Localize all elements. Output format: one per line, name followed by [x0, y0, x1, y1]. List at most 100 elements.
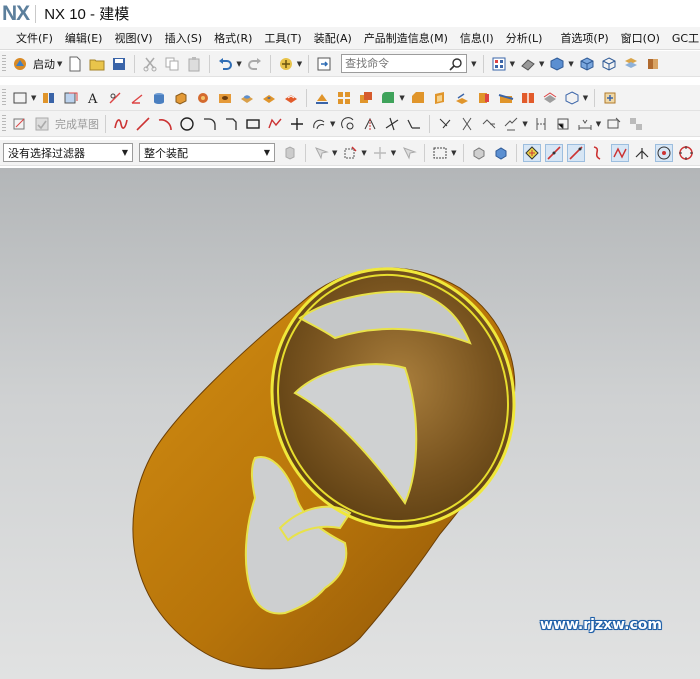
snap-quadrant-icon[interactable]	[677, 144, 695, 162]
menu-insert[interactable]: 插入(S)	[159, 30, 209, 46]
toolbar-grip[interactable]	[2, 88, 6, 107]
offset-face-icon[interactable]	[475, 89, 493, 107]
type-filter-select[interactable]: 没有选择过滤器 ▼	[3, 143, 133, 162]
pattern-curve-icon[interactable]	[339, 115, 357, 133]
open-folder-icon[interactable]	[88, 55, 106, 73]
menu-edit[interactable]: 编辑(E)	[59, 30, 109, 46]
pad-icon[interactable]	[282, 89, 300, 107]
parallel-constraint-icon[interactable]	[532, 115, 550, 133]
menu-file[interactable]: 文件(F)	[10, 30, 59, 46]
mirror-icon[interactable]	[541, 89, 559, 107]
menu-assembly[interactable]: 装配(A)	[308, 30, 358, 46]
select-features-icon[interactable]	[312, 144, 330, 162]
snap-arc-center-icon[interactable]	[654, 143, 673, 162]
touch-mode-dropdown-icon[interactable]: ▼	[297, 60, 302, 68]
start-dropdown-icon[interactable]: ▼	[57, 60, 62, 68]
rectangle-select-icon[interactable]	[431, 144, 449, 162]
mirror-curve-icon[interactable]	[361, 115, 379, 133]
emboss-icon[interactable]	[313, 89, 331, 107]
draft-icon[interactable]	[453, 89, 471, 107]
paste-icon[interactable]	[185, 55, 203, 73]
command-search-input[interactable]	[345, 57, 446, 70]
offset-curve-icon[interactable]	[310, 115, 328, 133]
snap-control-point-icon[interactable]	[566, 143, 585, 162]
arc-icon[interactable]	[156, 115, 174, 133]
chamfer-icon[interactable]	[409, 89, 427, 107]
pocket-icon[interactable]	[260, 89, 278, 107]
menu-preferences[interactable]: 首选项(P)	[554, 30, 614, 46]
quick-extend-icon[interactable]	[405, 115, 423, 133]
sketch-style-icon[interactable]	[605, 115, 623, 133]
layer-icon[interactable]	[622, 55, 640, 73]
touch-mode-icon[interactable]	[277, 55, 295, 73]
render-style-dropdown-icon[interactable]: ▼	[539, 60, 544, 68]
layout-dropdown-icon[interactable]: ▼	[510, 60, 515, 68]
shaded-dropdown-icon[interactable]: ▼	[568, 60, 573, 68]
fillet-icon[interactable]	[200, 115, 218, 133]
menu-pmi[interactable]: 产品制造信息(M)	[358, 30, 454, 46]
graphics-viewport[interactable]: www.rjzxw.com	[0, 168, 700, 679]
dimension-icon[interactable]	[576, 115, 594, 133]
blend-dropdown-icon[interactable]: ▼	[399, 94, 404, 102]
sketch-rectangle-icon[interactable]	[11, 89, 29, 107]
window-switch-icon[interactable]	[315, 55, 333, 73]
snap-intersection-icon[interactable]	[610, 143, 629, 162]
new-file-icon[interactable]	[66, 55, 84, 73]
book-icon[interactable]	[40, 89, 58, 107]
revolve-icon[interactable]	[194, 89, 212, 107]
toolbar-grip[interactable]	[2, 114, 6, 133]
toolbar-grip[interactable]	[2, 54, 6, 73]
sketch-icon[interactable]	[11, 115, 29, 133]
select-features-dropdown-icon[interactable]: ▼	[332, 149, 337, 157]
snap-settings-icon[interactable]	[371, 144, 389, 162]
menu-gc-toolkit[interactable]: GC工	[666, 30, 700, 46]
copy-icon[interactable]	[163, 55, 181, 73]
menu-analysis[interactable]: 分析(L)	[500, 30, 549, 46]
edge-blend-icon[interactable]	[379, 89, 397, 107]
sheet-cube-icon[interactable]	[563, 89, 581, 107]
sheet-dropdown-icon[interactable]: ▼	[583, 94, 588, 102]
undo-icon[interactable]	[216, 55, 234, 73]
redo-icon[interactable]	[246, 55, 264, 73]
studio-spline-icon[interactable]	[112, 115, 130, 133]
sketch-dropdown-icon[interactable]: ▼	[31, 94, 36, 102]
start-button[interactable]: 启动	[33, 56, 55, 72]
snap-tangent-icon[interactable]	[633, 144, 651, 162]
shell-icon[interactable]	[431, 89, 449, 107]
menu-window[interactable]: 窗口(O)	[615, 30, 666, 46]
rectangle-icon[interactable]	[244, 115, 262, 133]
relations-browser-icon[interactable]	[627, 115, 645, 133]
sync-modeling-icon[interactable]	[601, 89, 619, 107]
cut-icon[interactable]	[141, 55, 159, 73]
finish-sketch-button[interactable]: 完成草图	[55, 116, 99, 132]
polygon-icon[interactable]	[266, 115, 284, 133]
line-icon[interactable]	[134, 115, 152, 133]
wireframe-cube-icon[interactable]	[600, 55, 618, 73]
layout-icon[interactable]	[490, 55, 508, 73]
menu-view[interactable]: 视图(V)	[108, 30, 158, 46]
circle-icon[interactable]	[178, 115, 196, 133]
hole-icon[interactable]	[216, 89, 234, 107]
dimension-dropdown-icon[interactable]: ▼	[596, 120, 601, 128]
point-icon[interactable]	[106, 89, 124, 107]
assembly-filter-icon[interactable]	[281, 144, 299, 162]
cylinder-icon[interactable]	[150, 89, 168, 107]
offset-dropdown-icon[interactable]: ▼	[330, 120, 335, 128]
constraint-icon[interactable]	[458, 115, 476, 133]
menu-format[interactable]: 格式(R)	[208, 30, 258, 46]
split-body-icon[interactable]	[519, 89, 537, 107]
save-icon[interactable]	[110, 55, 128, 73]
extrude-icon[interactable]	[172, 89, 190, 107]
finish-sketch-icon[interactable]	[33, 115, 51, 133]
select-box-dropdown-icon[interactable]: ▼	[361, 149, 366, 157]
unite-icon[interactable]	[357, 89, 375, 107]
make-corner-icon[interactable]	[436, 115, 454, 133]
start-icon[interactable]	[11, 55, 29, 73]
menu-information[interactable]: 信息(I)	[454, 30, 500, 46]
show-hide-icon[interactable]	[470, 144, 488, 162]
render-style-icon[interactable]	[519, 55, 537, 73]
snap-dropdown-icon[interactable]: ▼	[391, 149, 396, 157]
shaded-cube-icon[interactable]	[548, 55, 566, 73]
select-box-icon[interactable]	[341, 144, 359, 162]
material-cube-icon[interactable]	[644, 55, 662, 73]
